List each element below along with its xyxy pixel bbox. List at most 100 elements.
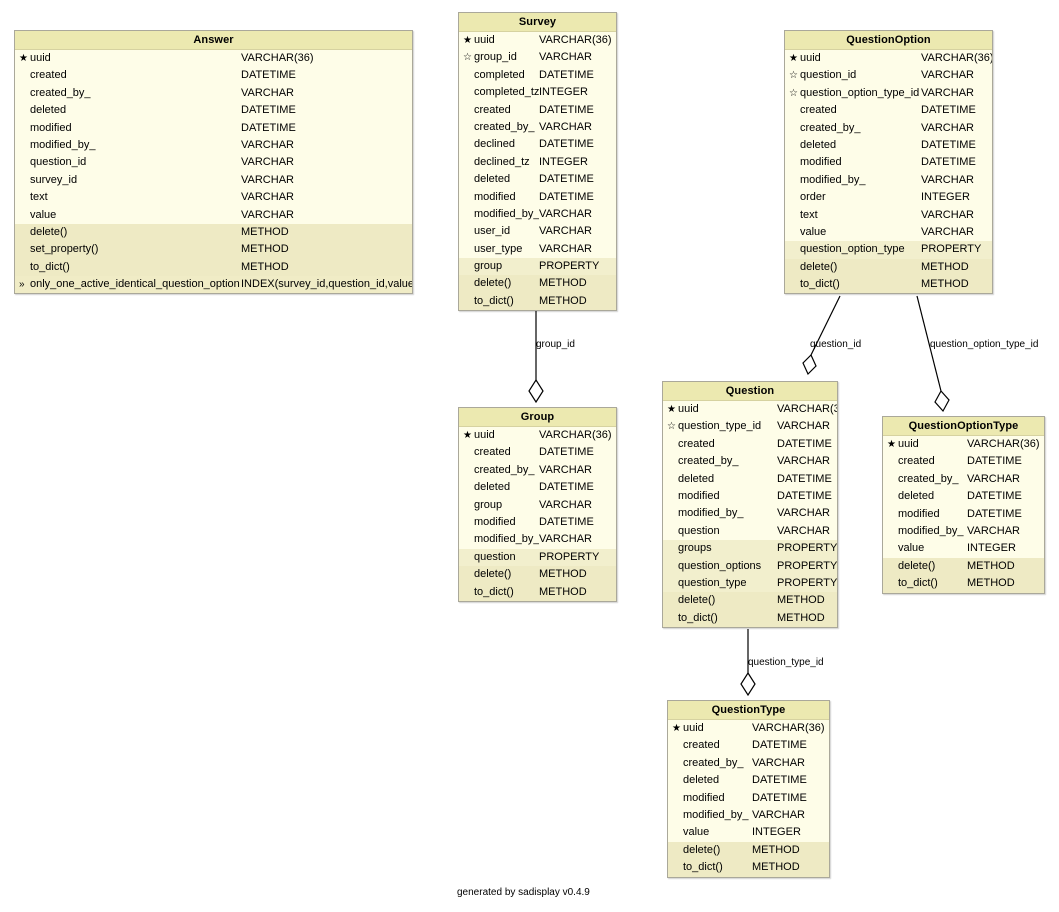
row-name-label: created_by_ [474, 120, 535, 133]
row-name-label: deleted [800, 138, 837, 151]
row-type-label: INTEGER [539, 86, 588, 99]
row-marker-none-icon [887, 506, 898, 523]
row-name-label: to_dict() [800, 278, 840, 291]
row-name-cell: created_by_ [459, 119, 539, 136]
row-type-label: METHOD [241, 260, 289, 273]
row-type-label: VARCHAR(36) [967, 438, 1040, 450]
row-type-label: DATETIME [777, 489, 832, 502]
row-marker-none-icon [887, 488, 898, 505]
row-name-label: uuid [474, 429, 495, 441]
row-type-label: VARCHAR [241, 208, 294, 221]
row-type-label: METHOD [539, 568, 587, 581]
row-name-label: to_dict() [898, 577, 938, 590]
entity-row: ★uuidVARCHAR(36) [883, 436, 1044, 454]
entity-row: value INTEGER [883, 540, 1044, 558]
row-marker-none-icon [19, 172, 30, 189]
row-name-cell: modified [459, 514, 539, 531]
row-marker-none-icon [672, 842, 683, 859]
row-name-label: modified_by_ [474, 533, 539, 546]
row-name-label: modified [474, 190, 516, 203]
entity-answer[interactable]: Answer ★ uuid VARCHAR(36) created DATETIME c… [14, 30, 413, 295]
row-name-cell: delete() [459, 566, 539, 583]
row-marker-none-icon [463, 258, 474, 275]
row-name-label: uuid [474, 34, 495, 46]
row-name-cell: ★ uuid [459, 32, 539, 49]
row-marker-none-icon [463, 584, 474, 601]
row-name-cell: modified [668, 790, 752, 807]
row-name-cell: created [663, 436, 777, 453]
entity-row: deleted DATETIME [459, 479, 616, 497]
row-name-label: uuid [683, 722, 704, 734]
row-name-cell: to_dict() [668, 859, 752, 876]
row-type-label: VARCHAR [241, 86, 294, 99]
row-name-cell: modified_by_ [785, 172, 921, 189]
row-type-label: DATETIME [539, 190, 594, 203]
row-marker-none-icon [463, 531, 474, 548]
row-type-label: VARCHAR(36) [241, 52, 314, 64]
row-marker-none-icon [463, 136, 474, 153]
row-marker-none-icon [672, 824, 683, 841]
row-type-label: VARCHAR [539, 533, 592, 546]
row-name-label: to_dict() [474, 294, 514, 307]
row-name-label: modified_by_ [800, 173, 866, 186]
row-name-cell: created_by_ [883, 471, 967, 488]
row-name-label: group [474, 260, 503, 273]
row-name-label: deleted [474, 173, 511, 186]
primary-key-star-icon: ★ [19, 53, 28, 64]
row-marker-none-icon [887, 471, 898, 488]
row-name-cell: question_options [663, 558, 777, 575]
entity-row: ☆ question_id VARCHAR [785, 67, 992, 85]
entity-group[interactable]: Group ★ uuid VARCHAR(36) created DATETIME cr… [458, 407, 617, 602]
entity-row: value VARCHAR [15, 206, 412, 224]
row-name-cell: to_dict() [663, 610, 777, 627]
row-type-label: PROPERTY [777, 559, 837, 572]
entity-questionoption[interactable]: QuestionOption ★ uuid VARCHAR(36) ☆ question_… [784, 30, 993, 295]
row-name-cell: to_dict() [15, 259, 241, 276]
row-name-cell: created_by_ [785, 120, 921, 137]
entity-row: question_options PROPERTY [663, 557, 837, 575]
primary-key-star-icon: ★ [463, 35, 472, 46]
entity-row: deleted DATETIME [883, 488, 1044, 506]
row-name-label: delete() [474, 568, 512, 581]
row-type-label: VARCHAR [777, 507, 830, 520]
entity-questiontype[interactable]: QuestionType ★ uuid VARCHAR(36) created DATE… [667, 700, 830, 878]
entity-questionoptiontype[interactable]: QuestionOptionType ★ uuid VARCHAR(36) creat… [882, 416, 1045, 594]
row-name-label: modified [898, 507, 940, 520]
row-marker-none-icon [19, 67, 30, 84]
row-name-cell: question_type [663, 575, 777, 592]
row-marker-none-icon [19, 120, 30, 137]
row-marker-none-icon [789, 154, 800, 171]
row-name-cell: delete() [883, 558, 967, 575]
entity-row: to_dict() METHOD [15, 258, 412, 277]
row-type-label: VARCHAR [921, 121, 974, 134]
row-marker-none-icon [789, 207, 800, 224]
row-name-cell: deleted [883, 488, 967, 505]
entity-row: created DATETIME [459, 444, 616, 462]
row-name-cell: modified [883, 506, 967, 523]
entity-row: created DATETIME [15, 67, 412, 85]
row-marker-none-icon [789, 120, 800, 137]
row-type-label: VARCHAR(36) [921, 52, 992, 64]
entity-row: created_by_ VARCHAR [459, 118, 616, 137]
entity-row: to_dict() METHOD [883, 575, 1044, 593]
row-name-cell: ★ uuid [15, 50, 241, 67]
entity-title-questionoptiontype: QuestionOptionType [883, 417, 1044, 436]
row-name-label: to_dict() [30, 260, 70, 273]
entity-question[interactable]: Question★uuidVARCHAR(36)☆question_type_i… [662, 381, 838, 629]
entity-row: question PROPERTY [459, 548, 616, 567]
entity-row: created DATETIME [883, 453, 1044, 471]
entity-row: deleted DATETIME [459, 171, 616, 189]
row-marker-none-icon [667, 540, 678, 557]
row-name-cell: question_id [15, 154, 241, 171]
entity-row: text VARCHAR [15, 189, 412, 207]
entity-row: modified_by_ VARCHAR [459, 205, 616, 224]
row-type-label: VARCHAR [777, 420, 830, 433]
row-type-label: DATETIME [967, 490, 1022, 503]
row-name-cell: modified_by_ [459, 531, 539, 548]
entity-survey[interactable]: Survey ★ uuid VARCHAR(36) ☆ group_id VARCHAR c… [458, 12, 617, 312]
row-name-cell: created [459, 444, 539, 461]
row-marker-none-icon [667, 436, 678, 453]
entity-row: value INTEGER [668, 824, 829, 842]
entity-row: value VARCHAR [785, 223, 992, 242]
row-marker-none-icon [463, 444, 474, 461]
